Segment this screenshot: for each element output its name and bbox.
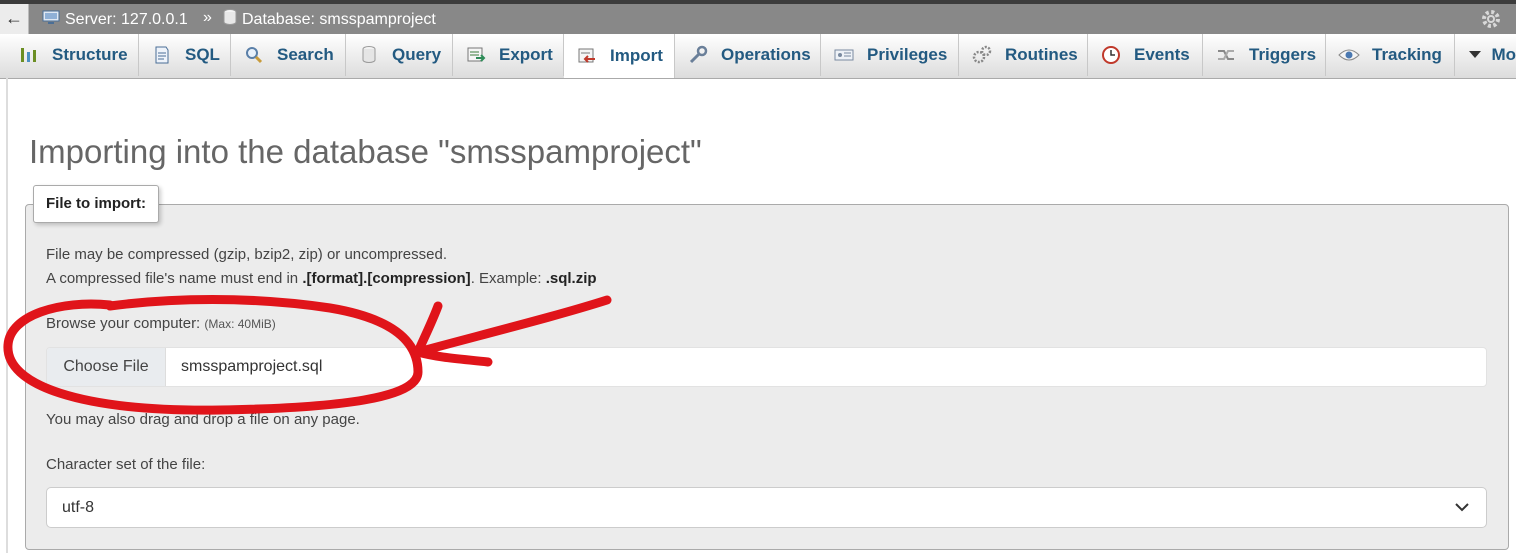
tab-operations[interactable]: Operations [675,34,821,76]
routines-icon [971,45,993,65]
charset-selected-value: utf-8 [62,499,95,516]
tab-sql[interactable]: SQL [139,34,231,76]
chevron-down-icon [1467,45,1483,65]
privileges-icon [833,45,855,65]
page-title: Importing into the database "smsspamproj… [29,133,702,171]
tab-tracking[interactable]: Tracking [1326,34,1455,76]
tab-search[interactable]: Search [231,34,346,76]
search-icon [243,45,265,65]
breadcrumb-database[interactable]: Database: smsspamproject [223,9,436,30]
breadcrumb-database-label: Database: smsspamproject [242,10,436,28]
import-icon [576,46,598,66]
breadcrumb: ← Server: 127.0.0.1 » Database: smsspamp… [0,4,1516,34]
compression-format-note: A compressed file's name must end in .[f… [46,270,597,287]
charset-label: Character set of the file: [46,456,206,473]
browse-label: Browse your computer: (Max: 40MiB) [46,315,276,332]
back-button[interactable]: ← [0,4,29,34]
structure-icon [18,45,40,65]
tab-triggers[interactable]: Triggers [1203,34,1326,76]
clock-icon [1100,45,1122,65]
query-icon [358,45,380,65]
tab-privileges[interactable]: Privileges [821,34,959,76]
server-icon [42,9,60,30]
breadcrumb-separator: » [203,9,212,26]
chevron-down-icon [1455,503,1469,512]
breadcrumb-server-label: Server: 127.0.0.1 [65,10,188,28]
tab-export[interactable]: Export [453,34,564,76]
eye-icon [1338,45,1360,65]
settings-gear-icon[interactable] [1480,8,1502,36]
tab-import[interactable]: Import [564,34,675,78]
database-icon [223,9,237,30]
breadcrumb-server[interactable]: Server: 127.0.0.1 [42,9,188,30]
selected-filename: smsspamproject.sql [181,358,323,375]
tab-events[interactable]: Events [1088,34,1203,76]
fieldset-legend: File to import: [33,185,159,223]
compression-note: File may be compressed (gzip, bzip2, zip… [46,246,448,263]
charset-select[interactable]: utf-8 [46,487,1487,528]
max-size-note: (Max: 40MiB) [204,317,276,331]
export-icon [465,45,487,65]
tab-query[interactable]: Query [346,34,453,76]
file-input[interactable]: Choose File smsspamproject.sql [46,347,1487,387]
tab-more[interactable]: Mo [1455,34,1516,76]
choose-file-button[interactable]: Choose File [47,348,166,386]
example-code: .sql.zip [545,270,597,287]
tab-routines[interactable]: Routines [959,34,1088,76]
tab-structure[interactable]: Structure [6,34,139,76]
content-left-border [6,78,8,553]
tab-bar: Structure SQL Search Query Export Import [0,34,1516,79]
drag-drop-hint: You may also drag and drop a file on any… [46,411,360,428]
sql-icon [151,45,173,65]
triggers-icon [1215,45,1237,65]
wrench-icon [687,45,709,65]
format-code: .[format].[compression] [302,270,471,287]
